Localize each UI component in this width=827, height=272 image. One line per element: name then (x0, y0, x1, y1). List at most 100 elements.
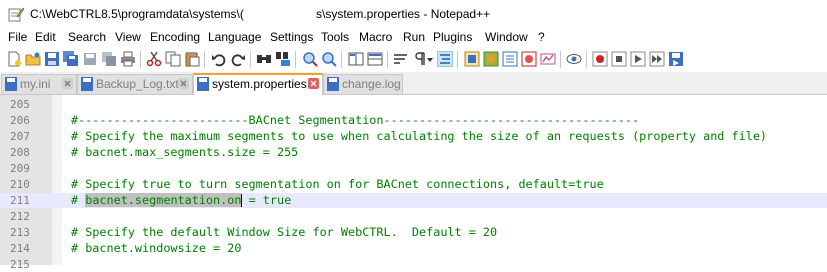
menu-macro[interactable]: Macro (359, 30, 392, 44)
eye-icon[interactable] (566, 51, 582, 67)
tab-label: change.log (342, 77, 401, 91)
editor-line[interactable]: 206 #------------------------BACnet Segm… (0, 113, 827, 128)
new-file-icon[interactable] (6, 51, 22, 67)
close-all-icon[interactable] (101, 51, 117, 67)
notepadpp-app-icon (8, 7, 24, 22)
line-text: # Specify the default Window Size for We… (71, 225, 498, 239)
find-icon[interactable] (256, 51, 272, 67)
editor-line[interactable]: 209 (0, 161, 827, 176)
tab-system-properties[interactable]: system.properties (193, 73, 323, 95)
function-list-icon[interactable] (502, 51, 518, 67)
editor-line-current[interactable]: 211 # bacnet.segmentation.on = true (0, 193, 827, 208)
copy-icon[interactable] (165, 51, 181, 67)
menu-search[interactable]: Search (68, 30, 106, 44)
menu-window[interactable]: Window (485, 30, 528, 44)
menu-edit[interactable]: Edit (35, 30, 56, 44)
sync-vertical-icon[interactable] (348, 51, 364, 67)
line-text: # Specify true to turn segmentation on f… (71, 177, 604, 191)
close-icon[interactable] (82, 51, 98, 67)
line-number: 208 (10, 146, 30, 159)
word-wrap-icon[interactable] (393, 51, 409, 67)
tab-my-ini[interactable]: my.ini (1, 74, 77, 94)
editor-line[interactable]: 212 (0, 209, 827, 224)
toolbar-separator (341, 51, 342, 68)
save-macro-icon[interactable] (668, 51, 684, 67)
file-saved-icon (327, 77, 339, 91)
save-icon[interactable] (44, 51, 60, 67)
toolbar-separator (457, 51, 458, 68)
toolbar-separator (295, 51, 296, 68)
file-saved-icon (5, 77, 17, 91)
line-text: # Specify the maximum segments to use wh… (71, 129, 768, 143)
tab-backup-log[interactable]: Backup_Log.txt (77, 74, 193, 94)
menu-encoding[interactable]: Encoding (150, 30, 200, 44)
editor-line[interactable]: 207 # Specify the maximum segments to us… (0, 129, 827, 144)
print-icon[interactable] (120, 51, 136, 67)
file-saved-icon (197, 77, 209, 91)
undo-icon[interactable] (211, 51, 227, 67)
menu-plugins[interactable]: Plugins (433, 30, 472, 44)
sync-horizontal-icon[interactable] (367, 51, 383, 67)
line-text-prefix: # (71, 193, 86, 207)
line-text: #------------------------BACnet Segmenta… (71, 113, 640, 127)
menu-language[interactable]: Language (208, 30, 261, 44)
line-number: 214 (10, 242, 30, 255)
document-map-icon[interactable] (483, 51, 499, 67)
editor-line[interactable]: 214 # bacnet.windowsize = 20 (0, 241, 827, 256)
open-file-icon[interactable] (25, 51, 41, 67)
close-tab-icon[interactable] (62, 78, 73, 89)
line-number: 212 (10, 210, 30, 223)
play-macro-icon[interactable] (630, 51, 646, 67)
save-all-icon[interactable] (63, 51, 79, 67)
menu-file[interactable]: File (8, 30, 27, 44)
tab-change-log[interactable]: change.log (323, 74, 403, 94)
line-text-suffix: = true (241, 193, 292, 207)
window-title-file: s\system.properties - Notepad++ (316, 7, 491, 21)
line-number: 213 (10, 226, 30, 239)
close-tab-icon[interactable] (178, 78, 189, 89)
folder-workspace-icon[interactable] (521, 51, 537, 67)
tab-label: my.ini (20, 77, 51, 91)
menu-tools[interactable]: Tools (321, 30, 349, 44)
tab-label: Backup_Log.txt (96, 77, 179, 91)
record-macro-icon[interactable] (592, 51, 608, 67)
cut-icon[interactable] (146, 51, 162, 67)
editor-line[interactable]: 208 # bacnet.max_segments.size = 255 (0, 145, 827, 160)
stop-record-icon[interactable] (611, 51, 627, 67)
line-text: # bacnet.windowsize = 20 (71, 241, 242, 255)
title-bar: C:\WebCTRL8.5\programdata\systems\( s\sy… (0, 0, 827, 28)
run-macro-multiple-icon[interactable] (649, 51, 665, 67)
text-selection: bacnet.segmentation.on (85, 193, 242, 207)
line-text: # bacnet.segmentation.on = true (71, 193, 291, 208)
toolbar-separator (140, 51, 141, 68)
editor-line[interactable]: 205 (0, 97, 827, 112)
monitoring-icon[interactable] (540, 51, 556, 67)
menu-run[interactable]: Run (403, 30, 425, 44)
show-all-chars-dropdown-icon[interactable] (425, 51, 435, 67)
toolbar-separator (250, 51, 251, 68)
indent-guide-icon[interactable] (437, 51, 453, 67)
paste-icon[interactable] (184, 51, 200, 67)
toolbar (0, 47, 827, 72)
menu-settings[interactable]: Settings (270, 30, 313, 44)
toolbar-separator (560, 51, 561, 68)
file-saved-icon (81, 77, 93, 91)
editor-line[interactable]: 210 # Specify true to turn segmentation … (0, 177, 827, 192)
toolbar-separator (586, 51, 587, 68)
redo-icon[interactable] (230, 51, 246, 67)
editor-area[interactable]: 205 206 #------------------------BACnet … (0, 95, 827, 271)
toolbar-separator (387, 51, 388, 68)
zoom-out-icon[interactable] (321, 51, 337, 67)
line-number: 207 (10, 130, 30, 143)
menu-bar: File Edit Search View Encoding Language … (0, 28, 827, 47)
menu-view[interactable]: View (115, 30, 141, 44)
zoom-in-icon[interactable] (302, 51, 318, 67)
line-number: 209 (10, 162, 30, 175)
editor-line[interactable]: 213 # Specify the default Window Size fo… (0, 225, 827, 240)
window-title-path: C:\WebCTRL8.5\programdata\systems\( (30, 7, 244, 21)
line-number: 205 (10, 98, 30, 111)
menu-help[interactable]: ? (538, 30, 545, 44)
replace-icon[interactable] (275, 51, 291, 67)
close-tab-icon[interactable] (308, 78, 319, 89)
user-language-icon[interactable] (464, 51, 480, 67)
